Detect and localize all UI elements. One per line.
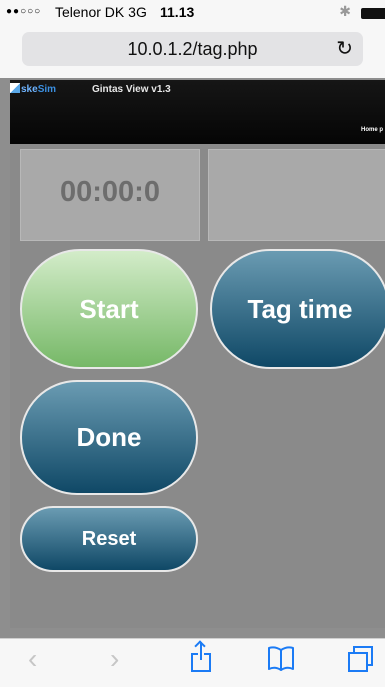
tag-time-button[interactable]: Tag time [210, 249, 385, 369]
url-field[interactable]: 10.0.1.2/tag.php ↻ [22, 32, 363, 66]
battery-icon [361, 8, 385, 19]
main-panel: 00:00:0 Start Tag time Done Reset [10, 144, 385, 628]
timer-value: 00:00:0 [60, 176, 160, 208]
done-button[interactable]: Done [20, 380, 198, 495]
reload-icon[interactable]: ↻ [336, 36, 353, 61]
site-logo[interactable]: skeSim [10, 83, 56, 95]
reset-button[interactable]: Reset [20, 506, 198, 572]
status-bar: ●●○○○ Telenor DK 3G 11.13 ✱ [0, 0, 385, 26]
carrier-name: Telenor DK 3G [55, 4, 147, 20]
chevron-left-icon[interactable]: ‹ [28, 643, 37, 675]
url-text[interactable]: 10.0.1.2/tag.php [22, 39, 363, 60]
browser-toolbar: ‹ › [0, 638, 385, 687]
share-icon[interactable] [188, 640, 216, 674]
signal-strength-icon: ●●○○○ [6, 6, 42, 17]
carrier-label: Telenor DK [55, 4, 125, 20]
logo-mark-icon [10, 83, 20, 93]
network-type: 3G [128, 4, 147, 20]
home-link[interactable]: Home p [361, 127, 383, 133]
tag-time-display [208, 149, 385, 241]
logo-text-b: Sim [37, 84, 57, 95]
bluetooth-icon: ✱ [339, 3, 351, 19]
logo-text-a: ske [21, 84, 38, 95]
start-button[interactable]: Start [20, 249, 198, 369]
timer-display: 00:00:0 [20, 149, 200, 241]
page-header: skeSim Gintas View v1.3 Home p [10, 80, 385, 144]
browser-address-bar: 10.0.1.2/tag.php ↻ [0, 26, 385, 78]
status-time: 11.13 [160, 4, 195, 20]
app-title: Gintas View v1.3 [92, 84, 171, 95]
book-icon[interactable] [266, 643, 296, 680]
tabs-icon[interactable] [346, 643, 376, 673]
chevron-right-icon[interactable]: › [110, 643, 119, 675]
